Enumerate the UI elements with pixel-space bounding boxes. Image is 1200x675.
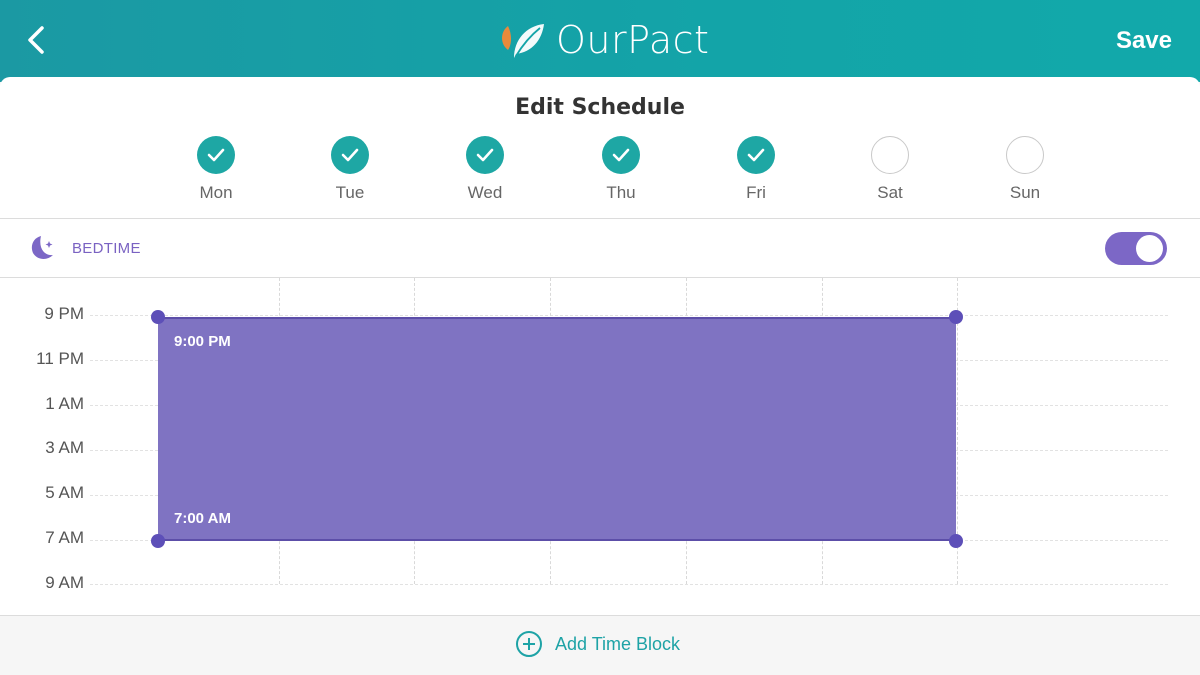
time-label: 3 AM — [45, 438, 84, 457]
day-fri[interactable]: Fri — [716, 136, 796, 203]
time-label: 11 PM — [36, 349, 84, 368]
brand-logo: OurPact — [498, 18, 709, 62]
day-label: Sun — [1009, 183, 1041, 202]
grid-line — [90, 315, 1168, 316]
day-checkbox-unchecked — [1006, 136, 1044, 174]
schedule-card: Edit Schedule Mon Tue Wed Thu Fri Sat Sun BEDT… — [0, 77, 1200, 675]
checkmark-icon — [612, 148, 630, 162]
block-start-time: 9:00 PM — [174, 333, 231, 350]
day-wed[interactable]: Wed — [445, 136, 525, 203]
toggle-knob — [1136, 235, 1163, 262]
day-label: Fri — [746, 183, 766, 202]
moon-icon — [31, 236, 53, 259]
time-label: 9 PM — [44, 304, 84, 323]
checkmark-icon — [747, 148, 765, 162]
back-button[interactable] — [22, 22, 54, 58]
day-label: Wed — [467, 183, 503, 202]
day-thu[interactable]: Thu — [581, 136, 661, 203]
day-checkbox-checked — [737, 136, 775, 174]
grid-line — [90, 584, 1168, 585]
add-time-block-button[interactable]: Add Time Block — [515, 630, 680, 658]
leaf-logo-icon — [502, 24, 544, 58]
time-label: 1 AM — [45, 394, 84, 413]
day-label: Mon — [199, 183, 233, 202]
day-label: Sat — [877, 183, 903, 202]
bedtime-label: BEDTIME — [72, 240, 141, 257]
bedtime-block[interactable]: 9:00 PM 7:00 AM — [158, 317, 956, 541]
block-end-time: 7:00 AM — [174, 510, 231, 527]
time-label: 7 AM — [45, 528, 84, 547]
day-tue[interactable]: Tue — [310, 136, 390, 203]
save-button[interactable]: Save — [1116, 27, 1172, 55]
chevron-left-icon — [28, 26, 44, 54]
day-sat[interactable]: Sat — [850, 136, 930, 203]
checkmark-icon — [341, 148, 359, 162]
add-time-block-label: Add Time Block — [555, 633, 681, 654]
resize-handle-top-right[interactable] — [949, 310, 963, 324]
checkmark-icon — [207, 148, 225, 162]
day-mon[interactable]: Mon — [176, 136, 256, 203]
day-label: Thu — [606, 183, 636, 202]
resize-handle-bottom-left[interactable] — [151, 534, 165, 548]
plus-circle-icon — [516, 631, 542, 657]
day-checkbox-checked — [466, 136, 504, 174]
day-sun[interactable]: Sun — [985, 136, 1065, 203]
bedtime-row: BEDTIME — [0, 219, 1200, 277]
day-checkbox-checked — [331, 136, 369, 174]
time-label: 9 AM — [45, 573, 84, 592]
footer-bar: Add Time Block — [0, 615, 1200, 675]
time-label: 5 AM — [45, 483, 84, 502]
page-title: Edit Schedule — [515, 95, 685, 120]
app-header: OurPact Save — [0, 0, 1200, 82]
day-checkbox-checked — [602, 136, 640, 174]
day-checkbox-unchecked — [871, 136, 909, 174]
timeline-grid: 9 PM 11 PM 1 AM 3 AM 5 AM 7 AM 9 AM 9:00… — [0, 278, 1200, 615]
day-label: Tue — [335, 183, 365, 202]
checkmark-icon — [476, 148, 494, 162]
bedtime-toggle[interactable] — [1105, 232, 1167, 265]
resize-handle-top-left[interactable] — [151, 310, 165, 324]
day-checkbox-checked — [197, 136, 235, 174]
brand-name: OurPact — [556, 18, 710, 62]
resize-handle-bottom-right[interactable] — [949, 534, 963, 548]
